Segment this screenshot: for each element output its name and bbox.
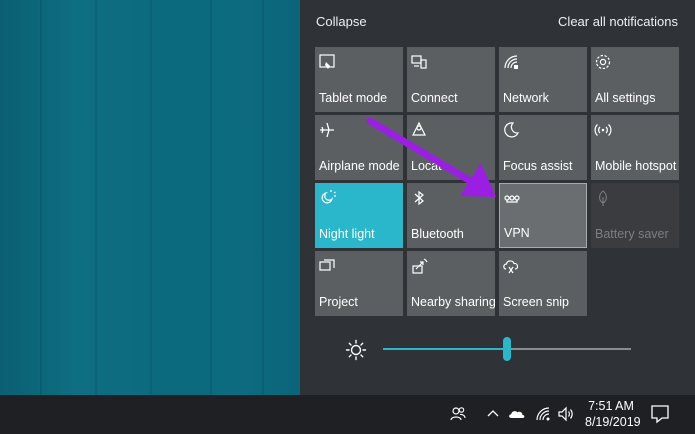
network-icon [502, 53, 520, 71]
battery-saver-icon [594, 189, 612, 207]
clear-all-notifications-button[interactable]: Clear all notifications [558, 14, 678, 29]
tile-label: Mobile hotspot [595, 159, 677, 173]
action-center-icon[interactable] [648, 403, 672, 425]
tile-nearby-sharing[interactable]: Nearby sharing [407, 251, 496, 316]
tile-label: Network [503, 91, 549, 105]
vpn-icon [503, 190, 521, 208]
tile-label: Project [319, 295, 358, 309]
hotspot-icon [594, 121, 612, 139]
brightness-icon [345, 339, 367, 361]
clock-date: 8/19/2019 [585, 415, 641, 429]
people-icon[interactable] [449, 405, 467, 423]
clock-time: 7:51 AM [588, 399, 634, 413]
night-light-icon [318, 189, 336, 207]
tile-connect[interactable]: Connect [407, 47, 495, 112]
collapse-button[interactable]: Collapse [316, 14, 367, 29]
tile-tablet-mode[interactable]: Tablet mode [315, 47, 403, 112]
gear-icon [594, 53, 612, 71]
tile-all-settings[interactable]: All settings [591, 47, 679, 112]
tile-label: Focus assist [503, 159, 573, 173]
tablet-mode-icon [318, 53, 336, 71]
tile-airplane-mode[interactable]: Airplane mode [315, 115, 403, 180]
tile-label: Tablet mode [319, 91, 388, 105]
chevron-up-icon[interactable] [484, 405, 502, 423]
project-icon [318, 257, 336, 275]
tile-night-light[interactable]: Night light [315, 183, 403, 248]
bluetooth-icon [410, 189, 428, 207]
tile-focus-assist[interactable]: Focus assist [499, 115, 587, 180]
tile-label: Airplane mode [319, 159, 400, 173]
airplane-icon [318, 121, 336, 139]
tile-label: Connect [411, 91, 458, 105]
onedrive-icon[interactable] [508, 405, 526, 423]
clock[interactable]: 7:51 AM 8/19/2019 [585, 398, 641, 430]
tile-label: Locat [411, 159, 442, 173]
tile-label: Night light [319, 227, 375, 241]
tile-screen-snip[interactable]: Screen snip [499, 251, 587, 316]
desktop-wallpaper [0, 0, 300, 395]
location-icon [410, 121, 428, 139]
tile-label: Bluetooth [411, 227, 464, 241]
taskbar: 7:51 AM 8/19/2019 [0, 395, 695, 434]
tile-mobile-hotspot[interactable]: Mobile hotspot [591, 115, 679, 180]
tile-battery-saver: Battery saver [591, 183, 679, 248]
tile-label: Screen snip [503, 295, 570, 309]
screen-snip-icon [502, 257, 520, 275]
volume-icon[interactable] [557, 405, 575, 423]
tile-locat[interactable]: Locat [407, 115, 495, 180]
tile-vpn[interactable]: VPN [499, 183, 587, 248]
brightness-slider-thumb[interactable] [503, 337, 511, 361]
action-center-header: Collapse Clear all notifications [300, 0, 695, 40]
tile-label: Nearby sharing [411, 295, 496, 309]
tile-label: VPN [504, 226, 530, 240]
tile-project[interactable]: Project [315, 251, 403, 316]
nearby-sharing-icon [410, 257, 428, 275]
wifi-icon[interactable] [534, 405, 552, 423]
brightness-slider[interactable] [383, 337, 631, 361]
connect-icon [410, 53, 428, 71]
tile-label: All settings [595, 91, 656, 105]
moon-icon [502, 121, 520, 139]
tile-label: Battery saver [595, 227, 669, 241]
brightness-slider-fill [383, 348, 507, 350]
tile-network[interactable]: Network [499, 47, 587, 112]
tile-bluetooth[interactable]: Bluetooth [407, 183, 495, 248]
